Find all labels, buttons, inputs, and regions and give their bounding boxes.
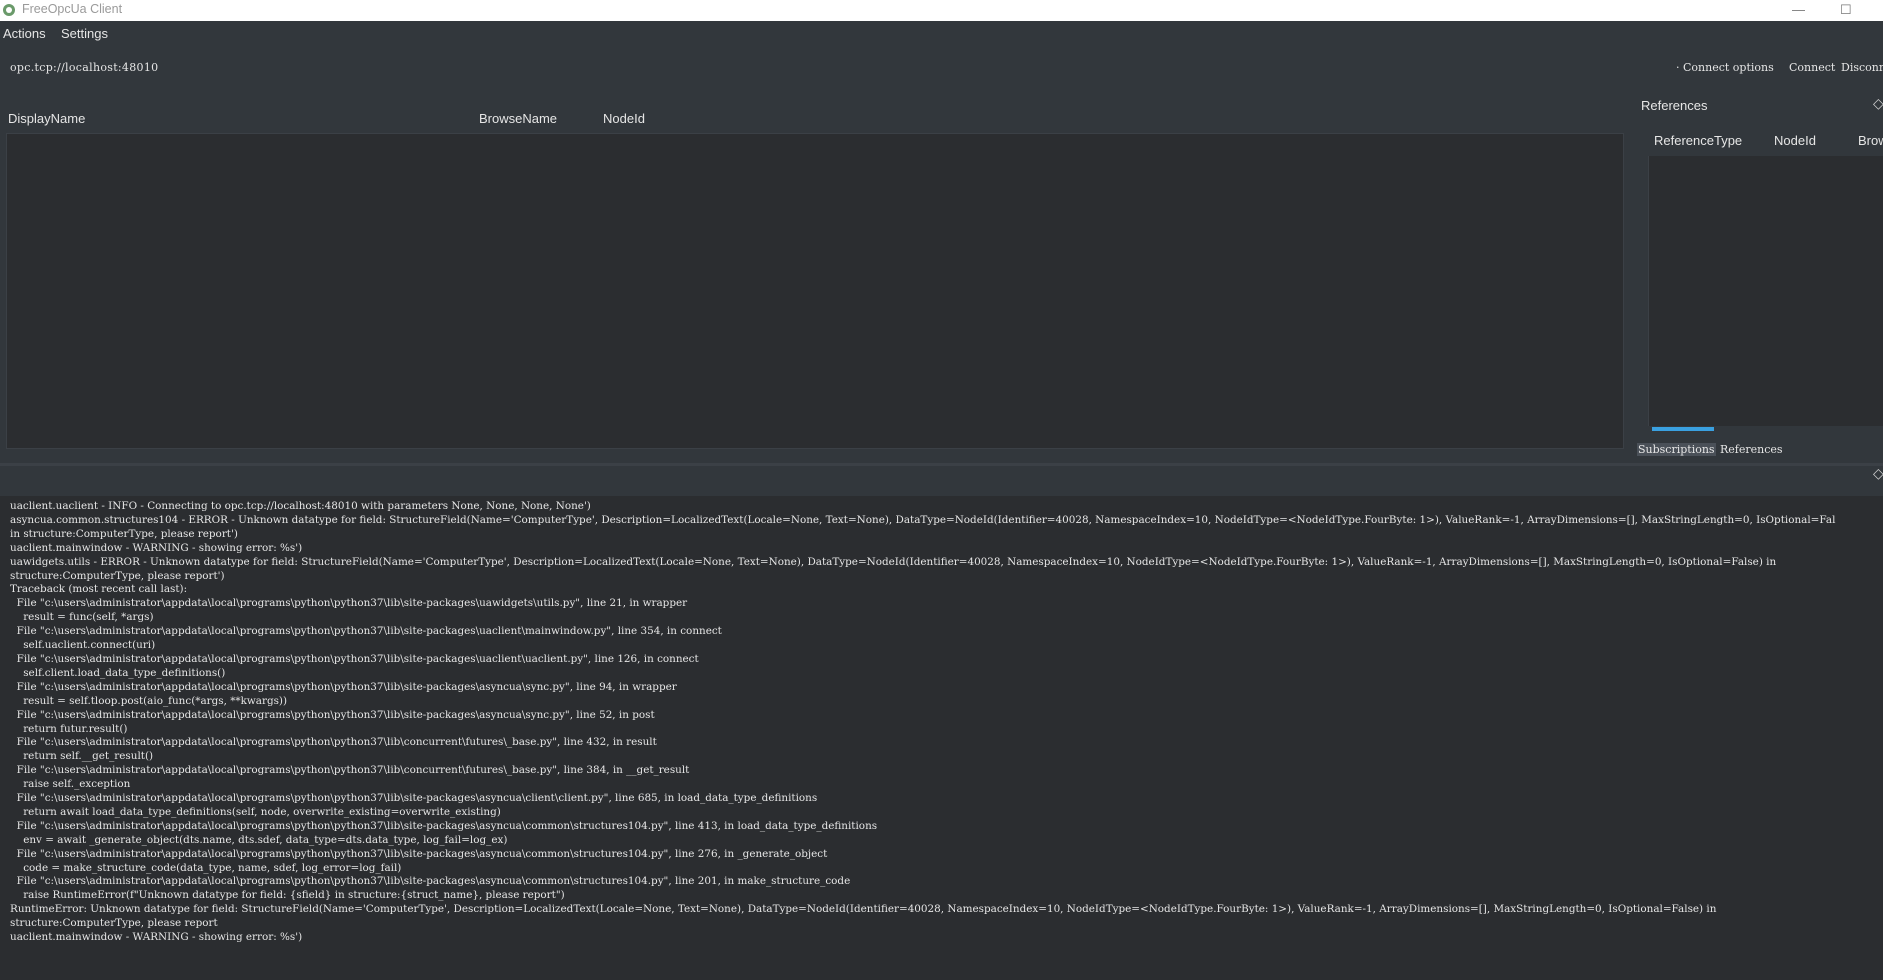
log-line: File "c:\users\administrator\appdata\loc… (10, 819, 878, 832)
log-line: File "c:\users\administrator\appdata\loc… (10, 792, 818, 805)
log-line: asyncua.common.structures104 - ERROR - U… (10, 513, 1836, 526)
app-logo-icon (3, 4, 15, 16)
log-line: uaclient.mainwindow - WARNING - showing … (10, 541, 303, 554)
log-line: return await load_data_type_definitions(… (10, 805, 501, 818)
address-space-tree[interactable] (6, 133, 1624, 449)
log-line: uawidgets.utils - ERROR - Unknown dataty… (10, 555, 1777, 568)
log-line: File "c:\users\administrator\appdata\loc… (10, 652, 699, 665)
connect-options-button[interactable]: · Connect options (1676, 61, 1774, 74)
log-line: File "c:\users\administrator\appdata\loc… (10, 764, 690, 777)
menu-settings[interactable]: Settings (61, 26, 108, 41)
references-scrollbar[interactable] (1652, 427, 1714, 431)
log-output[interactable]: uaclient.uaclient - INFO - Connecting to… (0, 496, 1883, 980)
log-line: raise RuntimeError(f"Unknown datatype fo… (10, 889, 565, 902)
log-line: File "c:\users\administrator\appdata\loc… (10, 680, 677, 693)
log-line: uaclient.mainwindow - WARNING - showing … (10, 931, 303, 944)
log-line: structure:ComputerType, please report (10, 917, 218, 930)
log-line: File "c:\users\administrator\appdata\loc… (10, 625, 722, 638)
splitter-handle[interactable] (0, 463, 1883, 466)
tree-header: DisplayName BrowseName NodeId (0, 108, 1630, 132)
column-ref-nodeid[interactable]: NodeId (1774, 133, 1816, 148)
log-line: RuntimeError: Unknown datatype for field… (10, 903, 1717, 916)
column-ref-browsename[interactable]: Brow (1858, 133, 1883, 148)
log-line: structure:ComputerType, please report') (10, 569, 225, 582)
log-line: return self.__get_result() (10, 750, 154, 763)
log-float-icon[interactable]: ◇ (1873, 465, 1883, 482)
log-line: result = self.tloop.post(aio_func(*args,… (10, 694, 288, 707)
column-displayname[interactable]: DisplayName (8, 111, 85, 126)
server-url-input[interactable]: opc.tcp://localhost:48010 (10, 61, 158, 74)
maximize-button[interactable]: ☐ (1840, 0, 1852, 21)
log-line: env = await _generate_object(dts.name, d… (10, 833, 508, 846)
log-line: self.uaclient.connect(uri) (10, 639, 156, 652)
references-panel-title: References (1641, 98, 1708, 113)
references-header: ReferenceType NodeId Brow (1648, 133, 1883, 155)
disconnect-button[interactable]: Disconn (1841, 61, 1883, 74)
log-line: File "c:\users\administrator\appdata\loc… (10, 875, 851, 888)
column-referencetype[interactable]: ReferenceType (1654, 133, 1742, 148)
log-line: in structure:ComputerType, please report… (10, 527, 238, 540)
log-line: File "c:\users\administrator\appdata\loc… (10, 736, 657, 749)
log-line: return futur.result() (10, 722, 128, 735)
references-float-icon[interactable]: ◇ (1873, 95, 1883, 112)
log-line: code = make_structure_code(data_type, na… (10, 861, 402, 874)
references-table[interactable] (1648, 156, 1883, 426)
log-text: uaclient.uaclient - INFO - Connecting to… (10, 500, 1878, 945)
column-nodeid[interactable]: NodeId (603, 111, 645, 126)
tab-references[interactable]: References (1720, 443, 1783, 456)
menu-actions[interactable]: Actions (3, 26, 46, 41)
minimize-button[interactable]: — (1792, 0, 1805, 21)
log-line: Traceback (most recent call last): (10, 583, 188, 596)
log-line: uaclient.uaclient - INFO - Connecting to… (10, 500, 591, 512)
connect-options-label: Connect options (1683, 61, 1774, 74)
window-title: FreeOpcUa Client (22, 2, 123, 16)
log-line: self.client.load_data_type_definitions() (10, 666, 226, 679)
log-line: File "c:\users\administrator\appdata\loc… (10, 597, 688, 610)
log-line: File "c:\users\administrator\appdata\loc… (10, 708, 655, 721)
menu-bar: Actions Settings (0, 21, 1883, 46)
connect-button[interactable]: Connect (1789, 61, 1835, 74)
log-line: File "c:\users\administrator\appdata\loc… (10, 847, 828, 860)
log-line: result = func(self, *args) (10, 611, 154, 624)
tab-subscriptions[interactable]: Subscriptions (1637, 443, 1716, 456)
column-browsename[interactable]: BrowseName (479, 111, 557, 126)
log-line: raise self._exception (10, 778, 131, 791)
title-bar: FreeOpcUa Client — ☐ (0, 0, 1883, 21)
